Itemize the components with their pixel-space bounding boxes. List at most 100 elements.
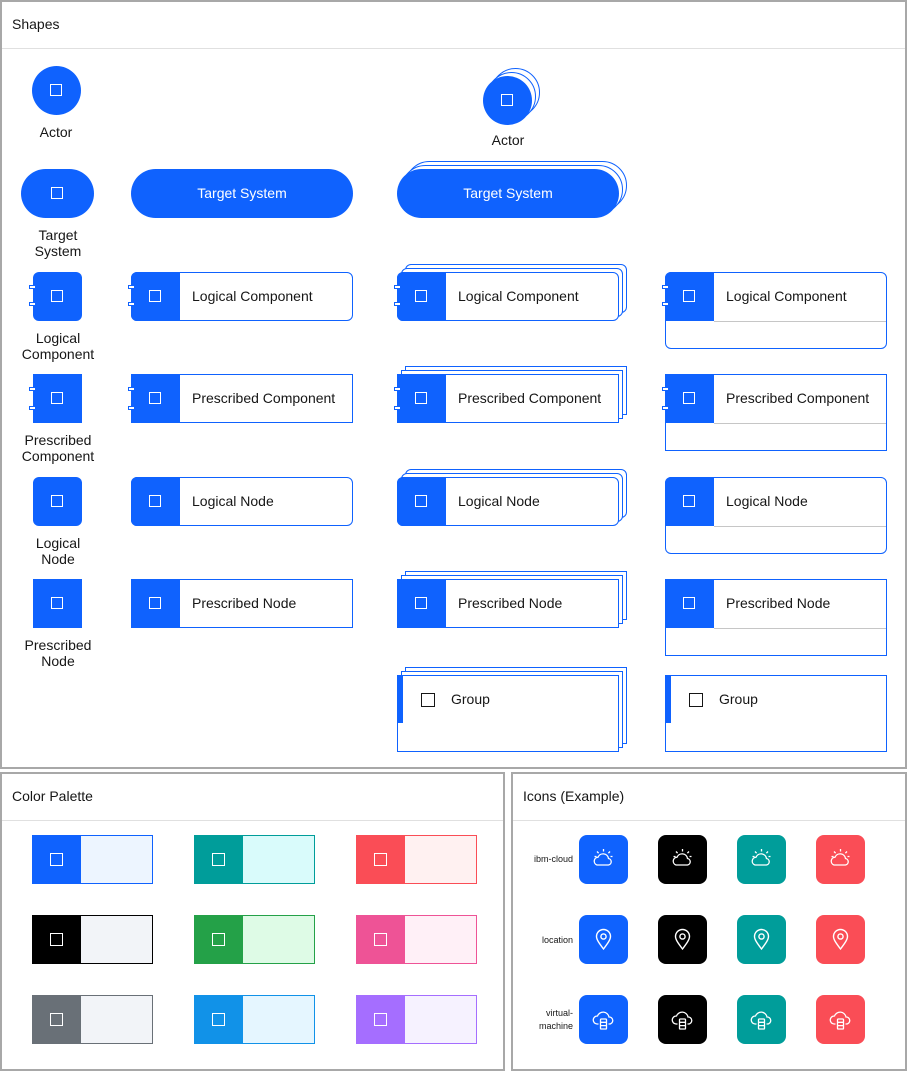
logical-node-icon-label-line1: Logical — [35, 535, 81, 551]
prescribed-component-icon-label-line1: Prescribed — [24, 432, 92, 448]
color-swatch[interactable] — [356, 915, 477, 964]
cloud-sun-icon[interactable] — [658, 835, 707, 884]
placeholder-icon — [683, 290, 695, 302]
logical-component-expanded-shape[interactable]: Logical Component — [662, 272, 887, 349]
node-head — [397, 477, 446, 526]
cloud-vm-icon[interactable] — [816, 995, 865, 1044]
component-tab — [128, 302, 135, 306]
component-tab — [29, 387, 36, 391]
prescribed-node-expanded-shape[interactable]: Prescribed Node — [665, 579, 887, 656]
prescribed-component-icon-label-line2: Component — [21, 448, 95, 464]
target-system-shape[interactable]: Target System — [131, 169, 353, 218]
prescribed-component-label: Prescribed Component — [192, 390, 336, 406]
cloud-sun-icon[interactable] — [737, 835, 786, 884]
logical-component-stacked-shape[interactable]: Logical Component — [394, 264, 629, 322]
swatch-head — [33, 916, 81, 963]
placeholder-icon — [374, 853, 387, 866]
logical-node-icon-shape[interactable] — [33, 477, 82, 526]
component-tab — [662, 406, 669, 410]
cloud-vm-icon[interactable] — [658, 995, 707, 1044]
placeholder-icon — [51, 290, 63, 302]
swatch-head — [33, 836, 81, 883]
divider — [2, 820, 503, 821]
prescribed-component-stacked-label: Prescribed Component — [458, 390, 602, 406]
color-swatch[interactable] — [356, 835, 477, 884]
placeholder-icon — [50, 853, 63, 866]
placeholder-icon — [149, 597, 161, 609]
prescribed-node-shape[interactable]: Prescribed Node — [131, 579, 353, 628]
placeholder-icon — [212, 853, 225, 866]
icons-panel: Icons (Example) ibm-cloud location virtu… — [511, 772, 907, 1071]
placeholder-icon — [50, 84, 62, 96]
color-swatch[interactable] — [194, 915, 315, 964]
divider — [714, 526, 886, 527]
logical-component-icon-label-line1: Logical — [35, 330, 81, 346]
logical-node-shape[interactable]: Logical Node — [131, 477, 353, 526]
prescribed-node-icon-shape[interactable] — [33, 579, 82, 628]
color-swatch[interactable] — [356, 995, 477, 1044]
cloud-vm-icon[interactable] — [579, 995, 628, 1044]
color-swatch[interactable] — [32, 995, 153, 1044]
actor-shape[interactable] — [32, 66, 81, 115]
color-swatch[interactable] — [32, 835, 153, 884]
prescribed-node-stacked-shape[interactable]: Prescribed Node — [397, 571, 629, 629]
target-system-icon-label-line1: Target — [38, 227, 78, 243]
placeholder-icon — [51, 495, 63, 507]
group-shape[interactable]: Group — [665, 675, 887, 752]
group-accent-bar — [665, 675, 671, 723]
color-swatch[interactable] — [32, 915, 153, 964]
component-tab — [394, 302, 401, 306]
component-front: Prescribed Component — [394, 374, 619, 423]
cloud-sun-icon[interactable] — [816, 835, 865, 884]
component-head — [131, 272, 180, 321]
swatch-head — [33, 996, 81, 1043]
logical-node-expanded-shape[interactable]: Logical Node — [665, 477, 887, 554]
component-tab — [29, 302, 36, 306]
prescribed-node-expanded-label: Prescribed Node — [726, 595, 831, 611]
target-system-stacked-shape[interactable]: Target System — [397, 161, 629, 219]
cloud-sun-icon[interactable] — [579, 835, 628, 884]
component-tab — [394, 387, 401, 391]
target-system-stacked-label: Target System — [463, 185, 553, 201]
placeholder-icon — [415, 392, 427, 404]
location-pin-icon[interactable] — [816, 915, 865, 964]
component-head — [665, 374, 714, 423]
placeholder-icon — [374, 933, 387, 946]
color-swatch[interactable] — [194, 995, 315, 1044]
node-front: Logical Node — [397, 477, 619, 526]
logical-node-stacked-shape[interactable]: Logical Node — [397, 469, 629, 527]
component-front: Logical Component — [394, 272, 619, 321]
prescribed-component-shape[interactable]: Prescribed Component — [128, 374, 353, 423]
group-front: Group — [397, 675, 619, 752]
group-accent-bar — [397, 675, 403, 723]
target-system-icon-shape[interactable] — [21, 169, 94, 218]
logical-node-expanded-label: Logical Node — [726, 493, 808, 509]
logical-component-icon-shape[interactable] — [29, 272, 82, 321]
prescribed-component-stacked-shape[interactable]: Prescribed Component — [394, 366, 629, 424]
group-stacked-shape[interactable]: Group — [397, 667, 629, 753]
logical-node-icon-label-line2: Node — [41, 551, 75, 567]
logical-component-shape[interactable]: Logical Component — [128, 272, 353, 321]
component-tab — [29, 406, 36, 410]
location-pin-icon[interactable] — [737, 915, 786, 964]
placeholder-icon — [149, 495, 161, 507]
location-pin-icon[interactable] — [658, 915, 707, 964]
swatch-head — [195, 996, 243, 1043]
color-swatch[interactable] — [194, 835, 315, 884]
swatch-head — [357, 996, 405, 1043]
placeholder-icon — [501, 94, 513, 106]
placeholder-icon — [689, 693, 703, 707]
swatch-head — [195, 836, 243, 883]
placeholder-icon — [374, 1013, 387, 1026]
placeholder-icon — [149, 290, 161, 302]
cloud-vm-icon[interactable] — [737, 995, 786, 1044]
logical-component-expanded-label: Logical Component — [726, 288, 847, 304]
shapes-panel: Shapes Actor Actor Target System Target … — [0, 0, 907, 769]
location-pin-icon[interactable] — [579, 915, 628, 964]
actor-stacked-shape[interactable] — [483, 68, 543, 126]
prescribed-component-icon-shape[interactable] — [29, 374, 82, 423]
icon-row-label-ibm-cloud: ibm-cloud — [533, 854, 573, 864]
divider — [2, 48, 905, 49]
prescribed-component-expanded-shape[interactable]: Prescribed Component — [662, 374, 887, 451]
swatch-head — [357, 916, 405, 963]
